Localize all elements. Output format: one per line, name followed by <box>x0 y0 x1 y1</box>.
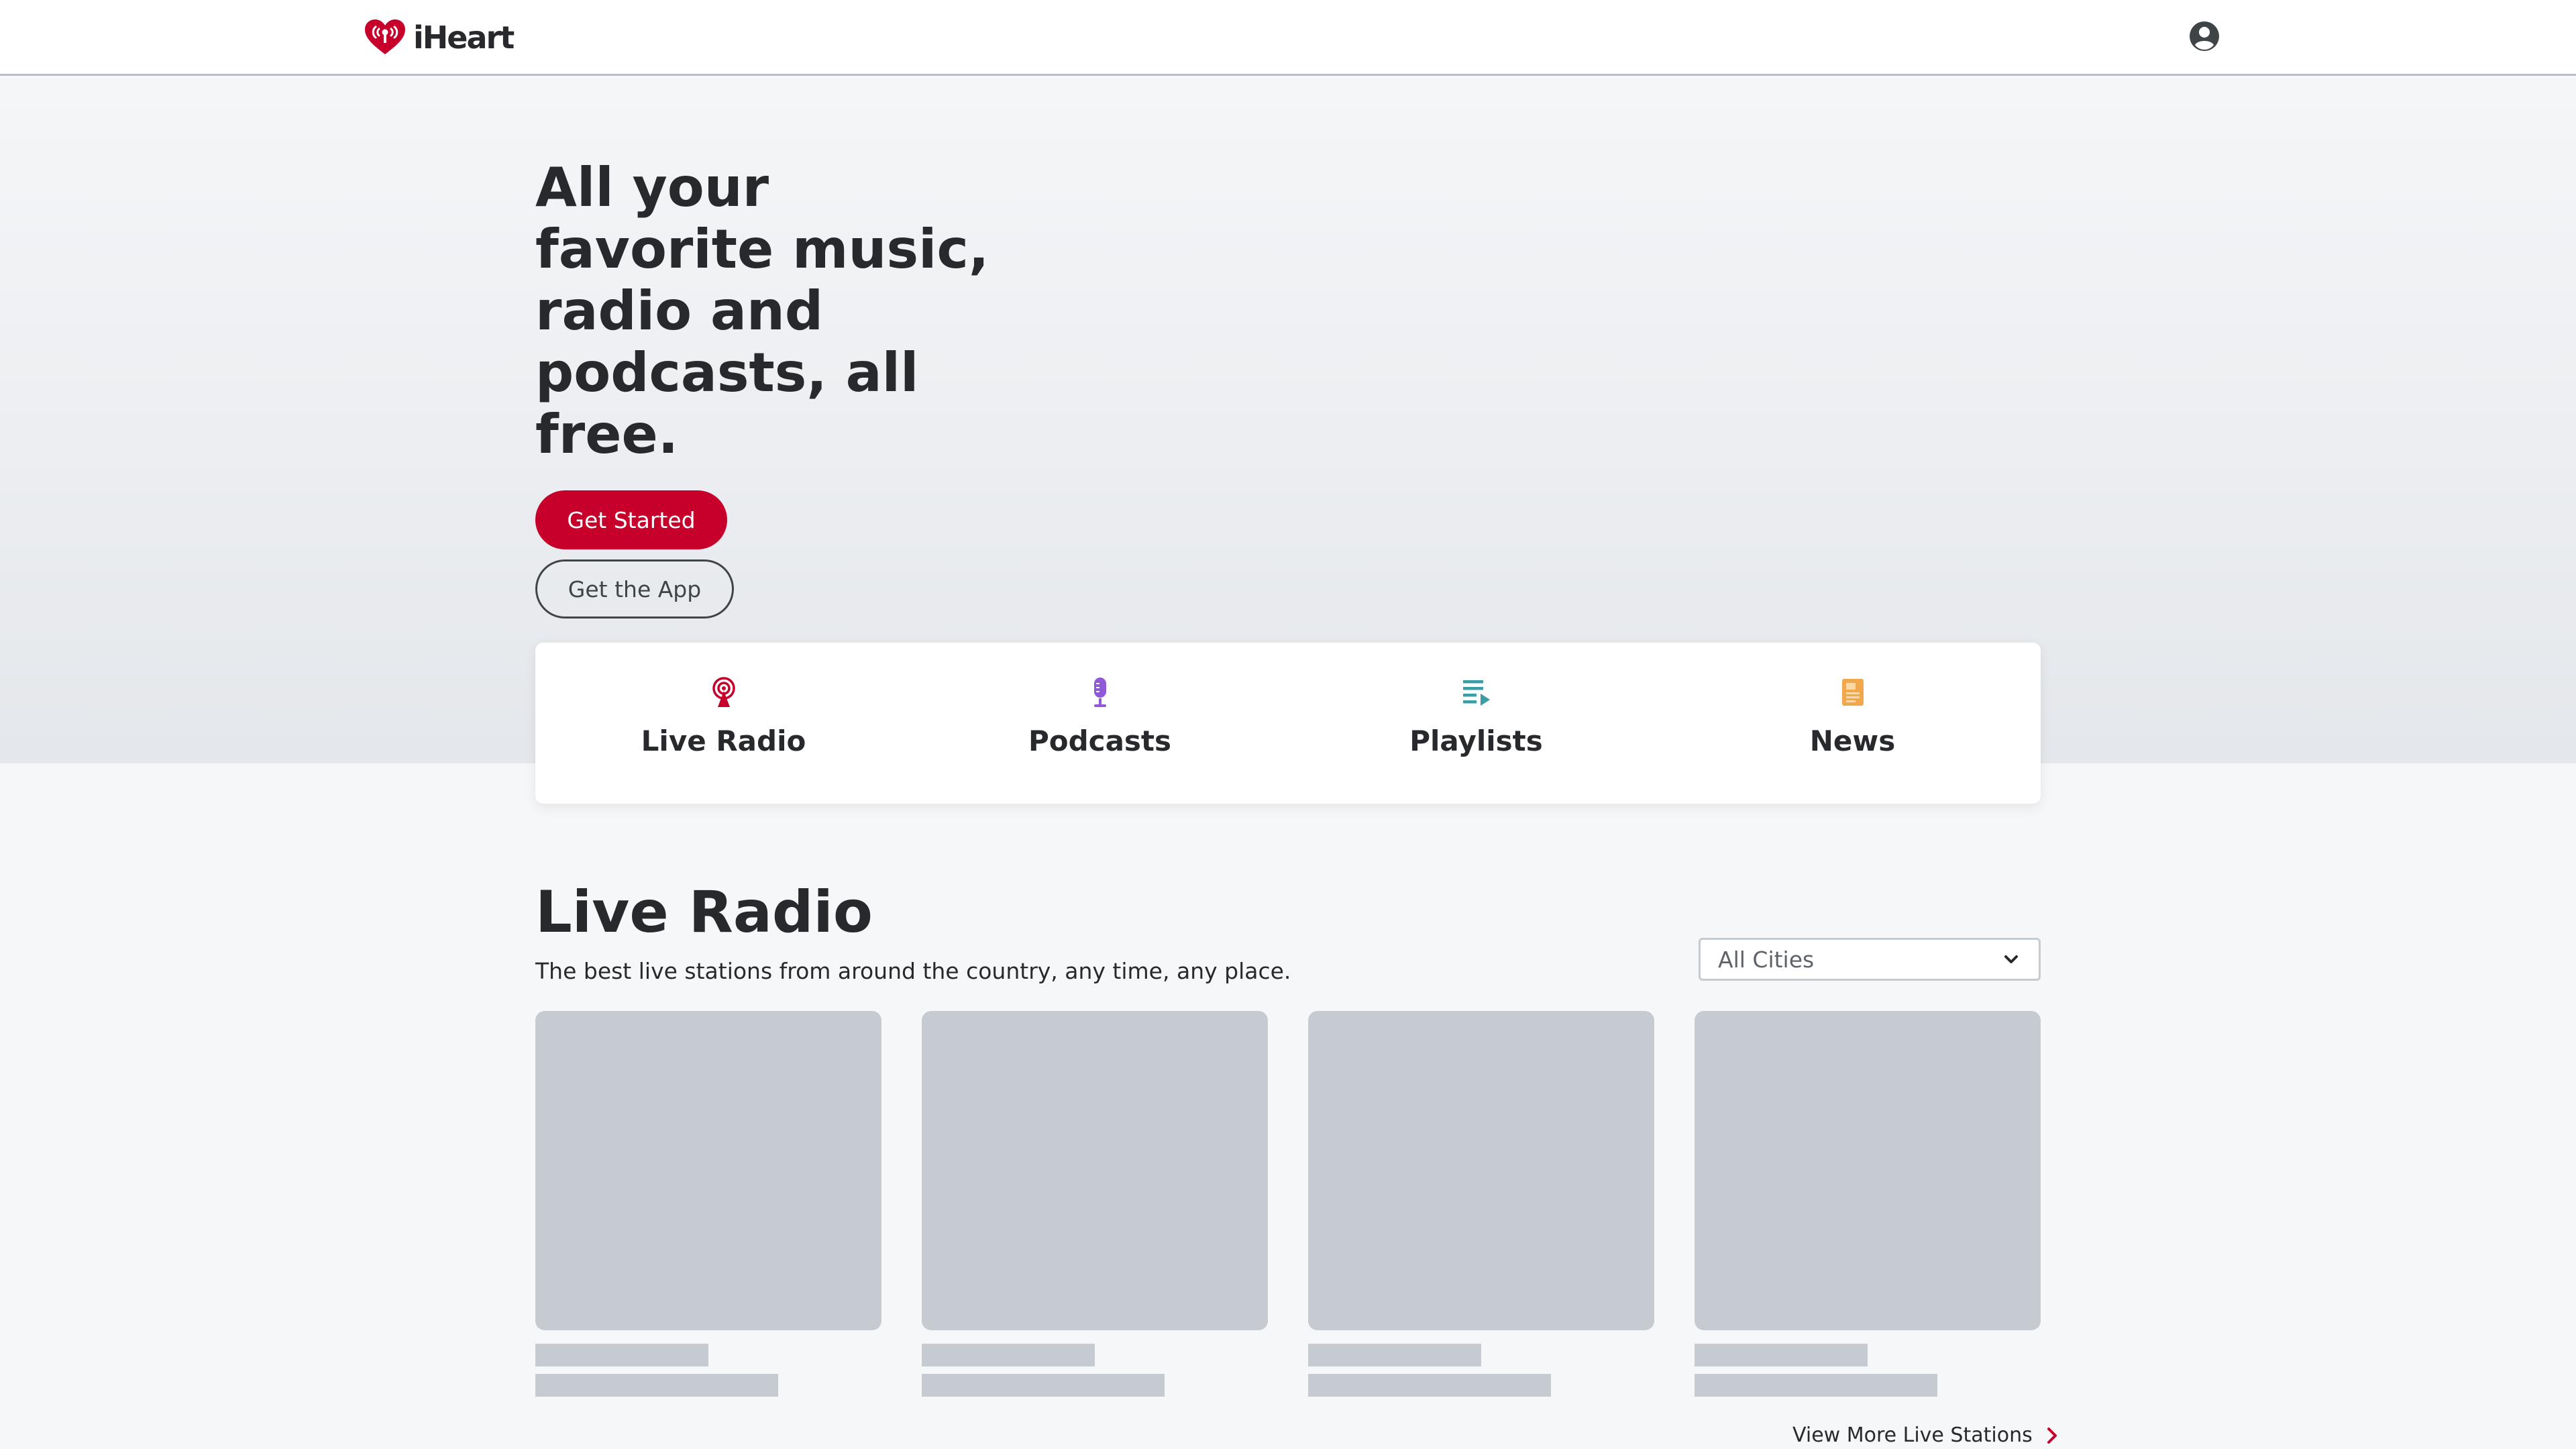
station-desc-placeholder <box>1695 1374 1937 1397</box>
station-tile-placeholder[interactable] <box>1308 1011 1654 1397</box>
category-podcasts[interactable]: Podcasts <box>912 643 1288 804</box>
city-filter-value: All Cities <box>1718 946 1815 973</box>
top-nav-bar: iHeart <box>0 0 2576 76</box>
live-radio-subtitle: The best live stations from around the c… <box>535 958 1291 984</box>
get-the-app-button[interactable]: Get the App <box>535 559 734 619</box>
user-circle-icon[interactable] <box>2188 20 2220 52</box>
station-image-placeholder <box>535 1011 881 1330</box>
chevron-down-icon <box>2004 955 2018 963</box>
get-started-button[interactable]: Get Started <box>535 490 727 549</box>
microphone-icon <box>1093 678 1106 707</box>
station-tile-placeholder[interactable] <box>535 1011 881 1397</box>
station-tile-placeholder[interactable] <box>1695 1011 2041 1397</box>
category-playlists[interactable]: Playlists <box>1288 643 1664 804</box>
newspaper-icon <box>1841 679 1864 706</box>
station-desc-placeholder <box>535 1374 778 1397</box>
station-desc-placeholder <box>922 1374 1165 1397</box>
city-filter-select[interactable]: All Cities <box>1699 938 2041 981</box>
category-label: News <box>1809 724 1896 757</box>
category-label: Live Radio <box>641 724 806 757</box>
station-image-placeholder <box>922 1011 1268 1330</box>
radio-tower-icon <box>712 677 735 707</box>
view-more-label: View More Live Stations <box>1792 1424 2033 1447</box>
iheart-logo[interactable]: iHeart <box>361 18 515 57</box>
station-name-placeholder <box>922 1344 1095 1366</box>
view-more-live-stations-link[interactable]: View More Live Stations <box>1792 1424 2061 1447</box>
category-label: Playlists <box>1409 724 1543 757</box>
category-label: Podcasts <box>1028 724 1171 757</box>
station-name-placeholder <box>535 1344 708 1366</box>
station-image-placeholder <box>1695 1011 2041 1330</box>
station-name-placeholder <box>1695 1344 1868 1366</box>
chevron-right-icon <box>2047 1427 2057 1444</box>
live-radio-section-title: Live Radio <box>535 879 873 946</box>
playlist-icon <box>1462 680 1490 706</box>
station-name-placeholder <box>1308 1344 1481 1366</box>
logo-text: iHeart <box>413 19 515 56</box>
category-nav-card: Live Radio Podcasts Playlists News <box>535 643 2041 804</box>
category-news[interactable]: News <box>1664 643 2041 804</box>
station-desc-placeholder <box>1308 1374 1551 1397</box>
station-image-placeholder <box>1308 1011 1654 1330</box>
iheart-logo-icon <box>365 19 405 54</box>
category-live-radio[interactable]: Live Radio <box>535 643 912 804</box>
station-tile-placeholder[interactable] <box>922 1011 1268 1397</box>
hero-title: All your favorite music, radio and podca… <box>535 156 989 466</box>
